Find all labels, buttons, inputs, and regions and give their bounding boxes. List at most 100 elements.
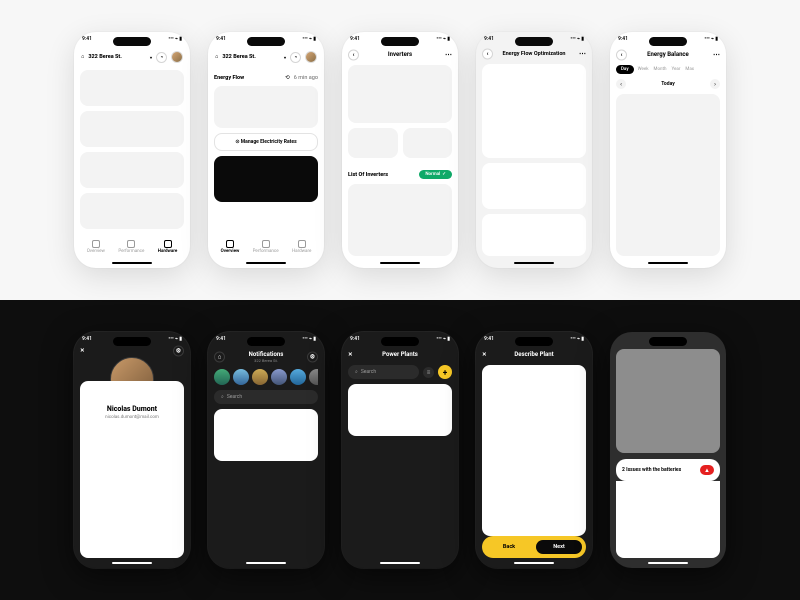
home-header: ⌂ 322 Berea St. ▾ ◔ — [80, 49, 184, 65]
profile-name: Nicolas Dumont — [80, 405, 184, 413]
rates-icon: ⊙ — [235, 139, 239, 145]
card-placeholder — [80, 70, 184, 106]
thumb[interactable] — [233, 369, 249, 385]
search-icon: ⌕ — [355, 369, 358, 375]
energy-flow-title: Energy Flow — [214, 75, 281, 81]
search-icon: ⌕ — [221, 394, 224, 400]
phone-home-overview: 9:41••• ⌁ ▮ ⌂ 322 Berea St. ▾ ◔ Energy F… — [208, 32, 324, 268]
inverters-list-label: List Of Inverters — [348, 172, 415, 178]
page-title: Notifications — [249, 351, 284, 358]
page-title: Inverters — [388, 51, 412, 58]
card-placeholder — [403, 128, 453, 158]
tab-performance[interactable]: Performance — [253, 240, 279, 254]
manage-rates-button[interactable]: ⊙ Manage Electricity Rates — [214, 133, 318, 151]
hero-placeholder — [616, 349, 720, 453]
tab-bar: Overview Performance Hardware — [80, 236, 184, 258]
subtitle-address: 322 Berea St. — [249, 358, 284, 363]
seg-week[interactable]: Week — [637, 65, 650, 74]
seg-month[interactable]: Month — [653, 65, 668, 74]
card-placeholder — [482, 214, 586, 256]
bell-icon[interactable]: ◔ — [290, 52, 301, 63]
tab-overview[interactable]: Overview — [87, 240, 105, 254]
card-placeholder — [348, 128, 398, 158]
search-input[interactable]: ⌕Search — [348, 365, 419, 379]
warning-icon: ▲ — [700, 465, 714, 475]
thumb[interactable] — [309, 369, 318, 385]
home-icon: ⌂ — [215, 54, 218, 60]
next-day-button[interactable]: › — [710, 79, 720, 89]
close-icon[interactable]: ✕ — [348, 352, 353, 358]
featured-card[interactable] — [214, 156, 318, 202]
more-icon[interactable]: ⋯ — [713, 51, 720, 59]
action-bar: Back Next — [482, 536, 586, 558]
prev-day-button[interactable]: ‹ — [616, 79, 626, 89]
settings-icon[interactable]: ⚙ — [173, 346, 184, 357]
phone-notifications: 9:41••• ⌁ ▮ ⌂ Notifications 322 Berea St… — [208, 332, 324, 568]
home-button[interactable]: ⌂ — [214, 352, 225, 363]
next-button[interactable]: Next — [536, 540, 582, 554]
avatar[interactable] — [171, 51, 183, 63]
more-icon[interactable]: ⋯ — [445, 51, 452, 59]
thumb[interactable] — [214, 369, 230, 385]
plant-card[interactable] — [348, 384, 452, 436]
close-icon[interactable]: ✕ — [80, 348, 85, 354]
date-label: Today — [630, 81, 706, 87]
card-placeholder — [214, 86, 318, 128]
close-icon[interactable]: ✕ — [482, 352, 487, 358]
phone-inverters: 9:41••• ⌁ ▮ ‹ Inverters ⋯ List Of Invert… — [342, 32, 458, 268]
range-segment: Day Week Month Year Max — [616, 65, 720, 74]
seg-year[interactable]: Year — [670, 65, 681, 74]
thumb[interactable] — [271, 369, 287, 385]
card-placeholder — [348, 184, 452, 256]
filter-thumbs — [214, 369, 318, 385]
tab-overview[interactable]: Overview — [221, 240, 240, 254]
profile-email: nicolas.dumont@mail.com — [80, 415, 184, 420]
card-placeholder — [616, 94, 720, 256]
seg-day[interactable]: Day — [616, 65, 634, 74]
phone-power-plants: 9:41••• ⌁ ▮ ✕ Power Plants ⌕Search ≡ + — [342, 332, 458, 568]
form-card — [482, 365, 586, 536]
page-title: Describe Plant — [514, 351, 553, 358]
tab-hardware[interactable]: Hardware — [292, 240, 311, 254]
status-badge: Normal ✓ — [419, 170, 452, 179]
seg-max[interactable]: Max — [684, 65, 695, 74]
page-title: Power Plants — [382, 351, 418, 358]
thumb[interactable] — [290, 369, 306, 385]
card-placeholder — [80, 152, 184, 188]
phone-home-hardware: 9:41••• ⌁ ▮ ⌂ 322 Berea St. ▾ ◔ Overview… — [74, 32, 190, 268]
thumb[interactable] — [252, 369, 268, 385]
back-button[interactable]: ‹ — [616, 49, 627, 60]
back-button[interactable]: ‹ — [482, 49, 493, 60]
card-placeholder — [80, 193, 184, 229]
tab-performance[interactable]: Performance — [118, 240, 144, 254]
bell-icon[interactable]: ◔ — [156, 52, 167, 63]
more-icon[interactable]: ⋯ — [579, 50, 586, 58]
settings-icon[interactable]: ⚙ — [307, 352, 318, 363]
phone-balance: 9:41••• ⌁ ▮ ‹ Energy Balance ⋯ Day Week … — [610, 32, 726, 268]
card-placeholder — [348, 65, 452, 123]
add-button[interactable]: + — [438, 365, 452, 379]
back-button[interactable]: Back — [486, 540, 532, 554]
card-placeholder — [482, 163, 586, 209]
phone-profile: 9:41••• ⌁ ▮ ✕ ⚙ Nicolas Dumont nicolas.d… — [74, 332, 190, 568]
list-view-icon[interactable]: ≡ — [423, 367, 434, 378]
card-placeholder — [616, 481, 720, 558]
home-icon: ⌂ — [81, 54, 84, 60]
back-button[interactable]: ‹ — [348, 49, 359, 60]
tab-hardware[interactable]: Hardware — [158, 240, 177, 254]
search-input[interactable]: ⌕ Search — [214, 390, 318, 404]
card-placeholder — [482, 64, 586, 158]
address-label[interactable]: 322 Berea St. — [88, 54, 146, 60]
notification-card[interactable] — [214, 409, 318, 461]
refresh-icon: ⟲ — [285, 75, 290, 81]
page-title: Energy Flow Optimization — [502, 51, 565, 57]
phone-describe-plant: 9:41••• ⌁ ▮ ✕ Describe Plant Back Next — [476, 332, 592, 568]
page-title: Energy Balance — [647, 51, 689, 58]
address-label[interactable]: 322 Berea St. — [222, 54, 280, 60]
card-placeholder — [80, 111, 184, 147]
phone-efo: 9:41••• ⌁ ▮ ‹ Energy Flow Optimization ⋯ — [476, 32, 592, 268]
energy-flow-timestamp: 6 min ago — [294, 75, 318, 81]
phone-issues: 2 Issues with the batteries ▲ — [610, 332, 726, 568]
issues-alert[interactable]: 2 Issues with the batteries ▲ — [616, 459, 720, 481]
avatar[interactable] — [305, 51, 317, 63]
